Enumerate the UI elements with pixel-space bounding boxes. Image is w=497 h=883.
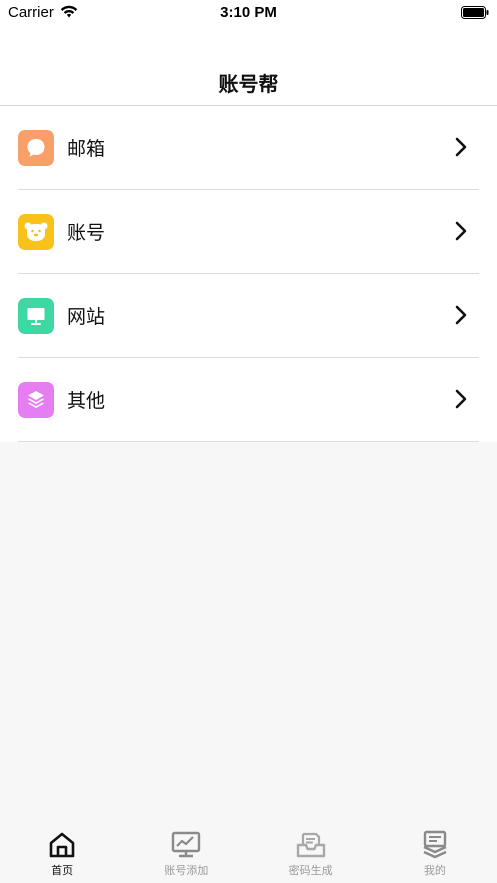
- layers-icon: [18, 381, 54, 418]
- battery-icon: [461, 6, 489, 24]
- chart-monitor-icon: [171, 830, 201, 860]
- inbox-icon: [296, 830, 326, 860]
- tab-label: 账号添加: [164, 864, 209, 877]
- list-item-label: 账号: [67, 222, 106, 244]
- chevron-right-icon: [455, 305, 467, 329]
- app-screen: Carrier 3:10 PM 账号帮 邮箱 账号 网站 其他 首页 账号添加 …: [0, 0, 497, 883]
- tab-label: 我的: [423, 864, 446, 877]
- list-item-other[interactable]: 其他: [18, 358, 479, 442]
- list-item-mailbox[interactable]: 邮箱: [18, 106, 479, 190]
- list-item-account[interactable]: 账号: [18, 190, 479, 274]
- category-list: 邮箱 账号 网站 其他: [0, 106, 497, 442]
- home-icon: [47, 830, 77, 860]
- list-item-label: 其他: [67, 390, 106, 412]
- tab-bar: 首页 账号添加 密码生成 我的: [0, 825, 497, 883]
- status-time: 3:10 PM: [220, 4, 277, 21]
- chevron-right-icon: [455, 389, 467, 413]
- navigation-bar: 账号帮: [0, 26, 497, 106]
- mail-chat-icon: [18, 129, 54, 166]
- tab-password-generator[interactable]: 密码生成: [249, 825, 373, 883]
- tab-label: 密码生成: [288, 864, 333, 877]
- tab-home[interactable]: 首页: [0, 825, 124, 883]
- tab-profile[interactable]: 我的: [373, 825, 497, 883]
- page-title: 账号帮: [218, 72, 279, 96]
- tab-add-account[interactable]: 账号添加: [124, 825, 248, 883]
- chevron-right-icon: [455, 221, 467, 245]
- list-item-label: 网站: [67, 306, 106, 328]
- tab-label: 首页: [51, 864, 74, 877]
- monitor-icon: [18, 297, 54, 334]
- bear-face-icon: [18, 213, 54, 250]
- chevron-right-icon: [455, 137, 467, 161]
- profile-icon: [420, 830, 450, 860]
- list-item-website[interactable]: 网站: [18, 274, 479, 358]
- list-item-label: 邮箱: [67, 138, 106, 160]
- status-bar: Carrier 3:10 PM: [0, 0, 497, 26]
